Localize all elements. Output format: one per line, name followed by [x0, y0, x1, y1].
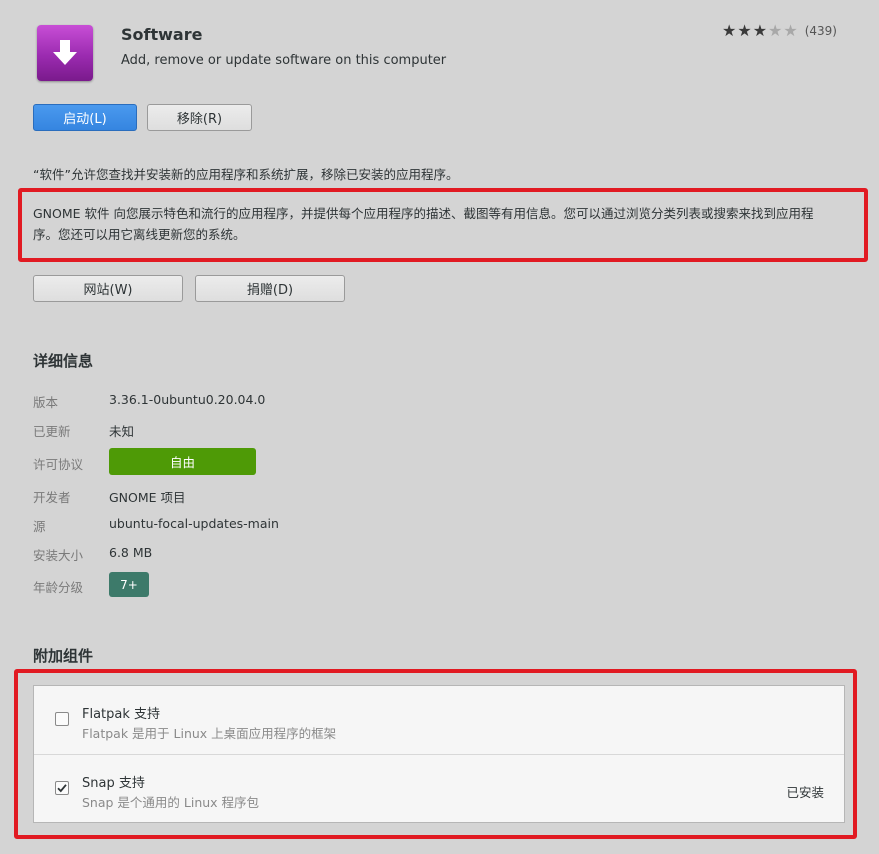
updated-value: 未知: [109, 424, 135, 439]
addon-name: Flatpak 支持: [82, 707, 161, 722]
addons-title: 附加组件: [33, 647, 94, 665]
snap-checkbox[interactable]: [55, 781, 69, 795]
description-line-1: GNOME 软件 向您展示特色和流行的应用程序，并提供每个应用程序的描述、截图等…: [33, 206, 814, 221]
details-title: 详细信息: [33, 352, 94, 370]
license-label: 许可协议: [33, 457, 84, 472]
source-label: 源: [33, 519, 46, 534]
developer-value: GNOME 项目: [109, 490, 186, 505]
age-rating-label: 年龄分级: [33, 580, 84, 595]
developer-label: 开发者: [33, 490, 71, 505]
addon-name: Snap 支持: [82, 776, 145, 791]
star-empty-icon: ★: [783, 21, 798, 40]
size-label: 安装大小: [33, 548, 84, 563]
updated-label: 已更新: [33, 424, 71, 439]
checkmark-icon: [57, 784, 67, 793]
review-count[interactable]: (439): [805, 24, 837, 38]
download-arrow-icon: [53, 40, 77, 65]
app-title: Software: [121, 25, 203, 44]
flatpak-checkbox[interactable]: [55, 712, 69, 726]
website-button[interactable]: 网站(W): [33, 275, 183, 302]
version-label: 版本: [33, 395, 59, 410]
age-rating-badge[interactable]: 7+: [109, 572, 149, 597]
addon-row-snap[interactable]: Snap 支持 Snap 是个通用的 Linux 程序包 已安装: [34, 755, 844, 823]
rating: ★ ★ ★ ★ ★ (439): [722, 23, 837, 39]
launch-button[interactable]: 启动(L): [33, 104, 137, 131]
app-icon: [37, 25, 93, 81]
addon-description: Snap 是个通用的 Linux 程序包: [82, 795, 260, 810]
donate-button[interactable]: 捐赠(D): [195, 275, 345, 302]
source-value: ubuntu-focal-updates-main: [109, 516, 279, 531]
star-icon: ★: [752, 21, 768, 40]
star-empty-icon: ★: [768, 21, 783, 40]
star-icon: ★: [722, 21, 737, 40]
installed-status: 已安装: [786, 785, 824, 800]
license-badge[interactable]: 自由: [109, 448, 256, 475]
version-value: 3.36.1-0ubuntu0.20.04.0: [109, 392, 266, 407]
addon-description: Flatpak 是用于 Linux 上桌面应用程序的框架: [82, 726, 337, 741]
description-intro: “软件”允许您查找并安装新的应用程序和系统扩展，移除已安装的应用程序。: [33, 167, 459, 182]
size-value: 6.8 MB: [109, 545, 153, 560]
app-summary: Add, remove or update software on this c…: [121, 53, 447, 68]
star-icon: ★: [737, 21, 752, 40]
addon-row-flatpak[interactable]: Flatpak 支持 Flatpak 是用于 Linux 上桌面应用程序的框架: [34, 686, 844, 754]
addons-list: Flatpak 支持 Flatpak 是用于 Linux 上桌面应用程序的框架 …: [33, 685, 845, 823]
description-line-2: 序。您还可以用它离线更新您的系统。: [33, 227, 246, 242]
remove-button[interactable]: 移除(R): [147, 104, 252, 131]
